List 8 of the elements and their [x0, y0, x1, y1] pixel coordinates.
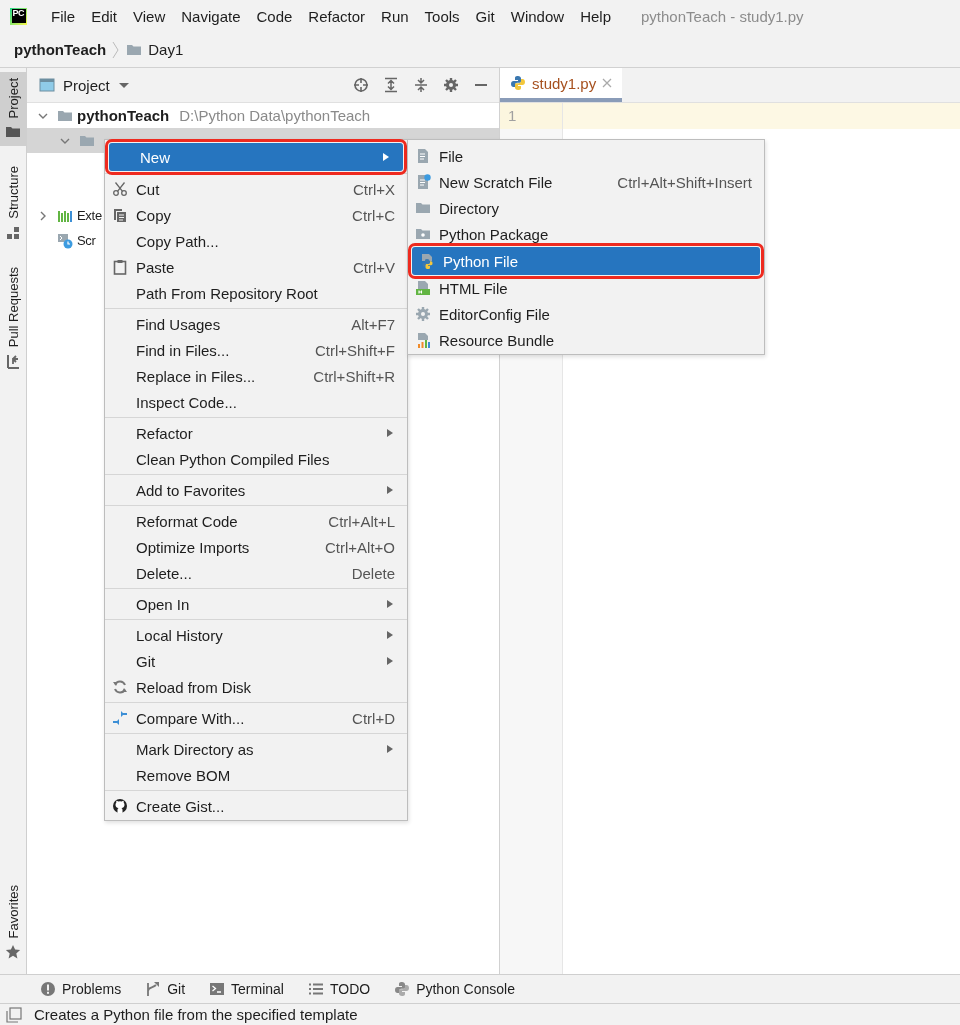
tree-label: Exte — [77, 208, 102, 223]
tree-label: Scr — [77, 233, 96, 248]
status-text: Creates a Python file from the specified template — [34, 1006, 358, 1023]
project-path: D:\Python Data\pythonTeach — [179, 107, 371, 124]
line-number: 1 — [500, 103, 562, 129]
project-name: pythonTeach — [77, 107, 170, 124]
window-title: pythonTeach - study1.py — [641, 7, 804, 25]
app-logo: PC — [10, 7, 27, 25]
